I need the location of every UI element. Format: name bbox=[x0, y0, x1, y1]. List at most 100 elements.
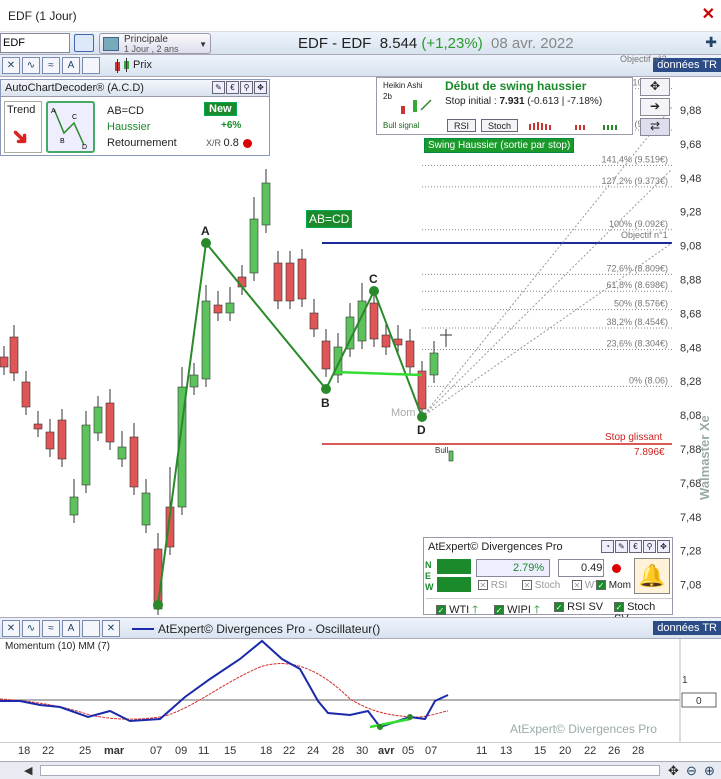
divergences-pct: 2.79% bbox=[513, 562, 545, 574]
candle bbox=[249, 218, 259, 274]
symbol-input[interactable] bbox=[0, 33, 70, 53]
window-icon[interactable] bbox=[82, 57, 100, 74]
move-icon[interactable]: ✥ bbox=[668, 763, 679, 779]
pin-icon[interactable]: ⚲ bbox=[240, 81, 253, 94]
divergences-title: AtExpert© Divergences Pro bbox=[428, 541, 563, 553]
indicator-icon[interactable]: ≈ bbox=[42, 620, 60, 637]
stoch-toggle[interactable]: ✕ Stoch bbox=[522, 580, 560, 591]
arrow-right-icon[interactable]: ➔ bbox=[640, 98, 670, 116]
wipi-row-label: WIPI bbox=[507, 604, 531, 616]
pattern-icon[interactable]: ∿ bbox=[22, 57, 40, 74]
x-tick-label: 18 bbox=[260, 745, 273, 757]
pattern-icon[interactable]: ∿ bbox=[22, 620, 40, 637]
divergences-panel: AtExpert© Divergences Pro ◔ ✎ € ⚲ ✥ N E W 2.… bbox=[423, 537, 673, 625]
x-tick-label: 18 bbox=[18, 745, 31, 757]
tools-icon[interactable]: ✚ bbox=[705, 34, 717, 51]
rsi-sv-row[interactable]: ✓ RSI SV bbox=[554, 601, 603, 613]
divergence-up-icon[interactable] bbox=[437, 559, 471, 574]
candle bbox=[45, 431, 55, 450]
fib-label: 127,2% (9.373€) bbox=[601, 176, 668, 186]
candle bbox=[21, 381, 31, 408]
svg-text:D: D bbox=[82, 144, 87, 151]
acd-score: 0.8 bbox=[223, 137, 239, 149]
zoom-out-icon[interactable]: ⊖ bbox=[686, 763, 697, 779]
objectif2-label: Objectif n°2 bbox=[620, 54, 667, 64]
tools-icon[interactable]: ✕ bbox=[2, 620, 20, 637]
horizontal-scrollbar[interactable]: ◀ ✥ ⊖ ⊕ bbox=[0, 761, 721, 779]
point-b-label: B bbox=[321, 396, 330, 410]
window-titlebar: EDF (1 Jour) ✕ bbox=[0, 0, 721, 32]
close-icon[interactable]: ✕ bbox=[102, 620, 120, 637]
ap-icon[interactable]: A bbox=[62, 620, 80, 637]
indicator-icon[interactable]: ≈ bbox=[42, 57, 60, 74]
pattern-point bbox=[417, 412, 427, 422]
candle bbox=[405, 340, 415, 368]
options-icon[interactable]: ✥ bbox=[254, 81, 267, 94]
acd-type: Retournement bbox=[107, 137, 177, 149]
quote-change: (+1,23%) bbox=[421, 35, 483, 52]
x-tick-label: 11 bbox=[198, 745, 210, 757]
scroll-left-icon[interactable]: ◀ bbox=[24, 764, 32, 777]
objectif1-label: Objectif n°1 bbox=[621, 230, 668, 240]
scroll-track[interactable] bbox=[40, 765, 660, 776]
donnees-badge: données TR bbox=[653, 621, 721, 635]
acd-header: AutoChartDecoder® (A.C.D) ✎ € ⚲ ✥ bbox=[1, 80, 269, 97]
divergence-down-icon[interactable] bbox=[437, 577, 471, 592]
refresh-icon[interactable]: ◔ bbox=[601, 540, 614, 553]
momentum-label: Momentum (10) MM (7) bbox=[5, 641, 111, 652]
new-badge: New bbox=[204, 102, 237, 116]
x-tick-label: 22 bbox=[283, 745, 296, 757]
bell-icon[interactable]: 🔔 bbox=[634, 558, 670, 594]
swing-panel: Heikin Ashi 2b Bull signal Début de swin… bbox=[376, 77, 633, 135]
abcd-badge: AB=CD bbox=[306, 210, 353, 228]
period-selector[interactable]: Principale 1 Jour , 2 ans ▼ bbox=[99, 33, 211, 54]
wave-pct-box: 2.79% bbox=[476, 559, 550, 577]
quote-date: 08 avr. 2022 bbox=[491, 35, 574, 52]
link-icon[interactable]: ⇄ bbox=[640, 118, 670, 136]
swing-stop: Stop initial : 7.931 (-0.613 | -7.18%) bbox=[445, 96, 602, 107]
signal-line bbox=[0, 663, 449, 720]
euro-icon[interactable]: € bbox=[629, 540, 642, 553]
momentum-line bbox=[0, 639, 449, 729]
candle bbox=[297, 258, 307, 300]
y-tick-label: 9,08 bbox=[680, 241, 701, 253]
candle bbox=[417, 370, 427, 410]
candle bbox=[81, 424, 91, 486]
rsi-toggle[interactable]: ✕ RSI bbox=[478, 580, 507, 591]
candles-icon[interactable] bbox=[113, 58, 131, 74]
pattern-thumbnail[interactable]: A B C D bbox=[46, 101, 95, 153]
move-icon[interactable]: ✥ bbox=[640, 78, 670, 96]
stoch-button[interactable]: Stoch bbox=[481, 119, 519, 132]
x-tick-label: 05 bbox=[402, 745, 415, 757]
fib-label: 38,2% (8.454€) bbox=[606, 317, 668, 327]
options-icon[interactable]: ✥ bbox=[657, 540, 670, 553]
close-icon[interactable]: ✕ bbox=[702, 4, 715, 24]
candle bbox=[69, 496, 79, 516]
mom-toggle-label: Mom bbox=[608, 580, 632, 591]
pin-icon[interactable]: ⚲ bbox=[643, 540, 656, 553]
tools-icon[interactable]: ✎ bbox=[615, 540, 628, 553]
rsi-label: RSI bbox=[490, 580, 508, 591]
ap-icon[interactable]: A bbox=[62, 57, 80, 74]
euro-icon[interactable]: € bbox=[226, 81, 239, 94]
quote-price: 8.544 bbox=[379, 35, 418, 52]
window-title: EDF (1 Jour) bbox=[8, 9, 77, 23]
y-tick-label: 7,48 bbox=[680, 512, 701, 524]
mom-toggle[interactable]: ✓ Mom bbox=[596, 580, 631, 591]
rsi-button[interactable]: RSI bbox=[447, 119, 477, 132]
quote-line: EDF - EDF 8.544 (+1,23%) 08 avr. 2022 bbox=[298, 35, 574, 52]
window-icon[interactable] bbox=[82, 620, 100, 637]
x-tick-label: 24 bbox=[307, 745, 320, 757]
x-tick-label: 22 bbox=[584, 745, 597, 757]
x-tick-label: avr bbox=[378, 745, 395, 757]
zoom-in-icon[interactable]: ⊕ bbox=[704, 763, 715, 779]
tools-icon[interactable]: ✎ bbox=[212, 81, 225, 94]
acd-direction: Haussier bbox=[107, 121, 151, 133]
swing-title: Début de swing haussier bbox=[445, 79, 587, 93]
price-chart: 200% (10.424€)161,8% (9.730€)141,4% (9.5… bbox=[0, 78, 701, 615]
book-icon[interactable] bbox=[74, 34, 94, 52]
acd-texts: AB=CD Haussier Retournement bbox=[107, 103, 177, 151]
tools-icon[interactable]: ✕ bbox=[2, 57, 20, 74]
trend-box: Trend ➜ bbox=[4, 101, 42, 153]
candle bbox=[93, 406, 103, 434]
